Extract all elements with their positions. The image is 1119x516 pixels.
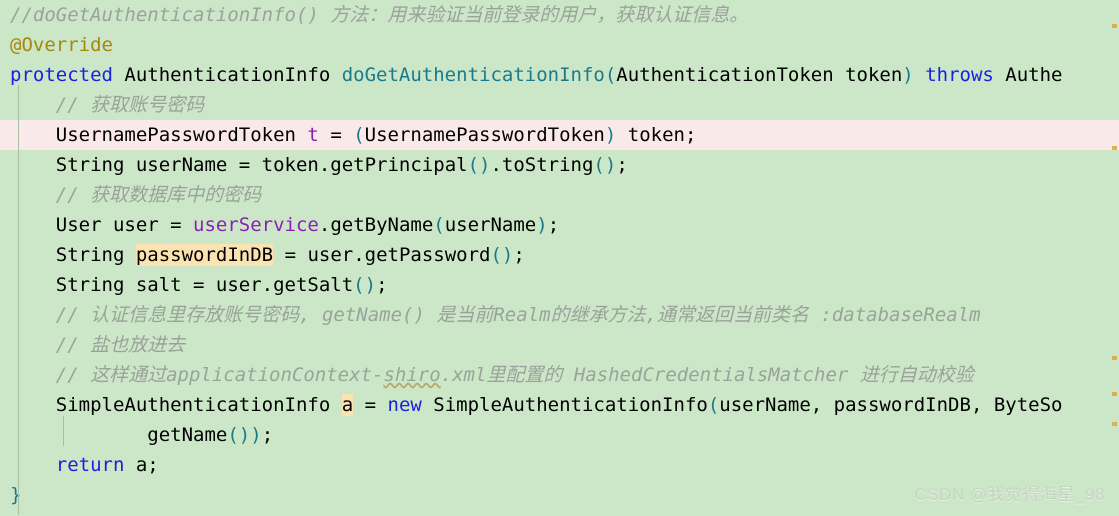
analysis-stripe-mark[interactable]: [1112, 392, 1117, 396]
code-line[interactable]: UsernamePasswordToken t = (UsernamePassw…: [0, 120, 1119, 150]
code-line[interactable]: }: [0, 480, 1119, 510]
code-line[interactable]: return a;: [0, 450, 1119, 480]
code-line[interactable]: //doGetAuthenticationInfo() 方法：用来验证当前登录的…: [0, 0, 1119, 30]
code-token: //doGetAuthenticationInfo() 方法：用来验证当前登录的…: [10, 4, 749, 26]
code-line[interactable]: protected AuthenticationInfo doGetAuthen…: [0, 60, 1119, 90]
code-line[interactable]: @Override: [0, 30, 1119, 60]
code-line[interactable]: String passwordInDB = user.getPassword()…: [0, 240, 1119, 270]
code-token: (: [707, 394, 720, 416]
code-token: (): [467, 154, 491, 176]
code-line[interactable]: getName());: [0, 420, 1119, 450]
code-token: UsernamePasswordToken: [10, 124, 308, 146]
code-token: .toString: [490, 154, 594, 176]
code-token: ;: [547, 214, 560, 236]
code-token: (): [353, 274, 377, 296]
code-token: (: [353, 124, 365, 146]
code-token: Authe: [993, 64, 1063, 86]
code-token: =: [353, 394, 388, 416]
code-token: (): [227, 424, 251, 446]
code-token: a;: [124, 454, 159, 476]
code-token: ;: [616, 154, 628, 176]
code-token: ;: [513, 244, 525, 266]
code-line[interactable]: String salt = user.getSalt();: [0, 270, 1119, 300]
code-line[interactable]: // 认证信息里存放账号密码, getName() 是当前Realm的继承方法,…: [0, 300, 1119, 330]
code-token: = user.getPassword: [273, 244, 491, 266]
code-line[interactable]: // 获取账号密码: [0, 90, 1119, 120]
code-surface[interactable]: //doGetAuthenticationInfo() 方法：用来验证当前登录的…: [0, 0, 1119, 516]
code-token: new: [387, 394, 422, 416]
code-token: ): [902, 64, 914, 86]
code-token: // 认证信息里存放账号密码, getName() 是当前Realm的继承方法,…: [55, 304, 981, 326]
code-token: // 盐也放进去: [55, 334, 186, 356]
code-token: throws: [925, 64, 994, 86]
code-token: // 获取账号密码: [55, 94, 205, 116]
code-token: passwordInDB: [135, 244, 274, 266]
code-token: getName: [10, 424, 228, 446]
code-token: String userName = token: [10, 154, 319, 176]
code-token: userName, passwordInDB, ByteSo: [719, 394, 1063, 416]
code-line[interactable]: // 获取数据库中的密码: [0, 180, 1119, 210]
code-token: ): [536, 214, 548, 236]
code-token: .getByName: [318, 214, 434, 236]
code-token: return: [55, 454, 125, 476]
analysis-stripe-mark[interactable]: [1112, 24, 1117, 28]
analysis-stripe-mark[interactable]: [1112, 422, 1117, 426]
code-token: String: [10, 244, 136, 266]
code-token: .xml里配置的 HashedCredentialsMatcher 进行自动校验: [440, 364, 974, 386]
code-token: t: [307, 124, 319, 146]
code-line[interactable]: // 盐也放进去: [0, 330, 1119, 360]
code-line[interactable]: // 这样通过applicationContext-shiro.xml里配置的 …: [0, 360, 1119, 390]
analysis-stripe-mark[interactable]: [1112, 356, 1117, 360]
code-line[interactable]: User user = userService.getByName(userNa…: [0, 210, 1119, 240]
code-line[interactable]: SimpleAuthenticationInfo a = new SimpleA…: [0, 390, 1119, 420]
code-token: ;: [376, 274, 388, 296]
analysis-stripe-mark[interactable]: [1112, 146, 1117, 150]
code-token: =: [318, 124, 354, 146]
code-token: String salt = user.getSalt: [10, 274, 354, 296]
code-token: shiro: [383, 364, 441, 386]
code-token: token;: [616, 124, 697, 146]
code-token: (: [604, 64, 617, 86]
code-token: userName: [444, 214, 537, 236]
code-token: (: [433, 214, 445, 236]
code-token: SimpleAuthenticationInfo: [421, 394, 708, 416]
code-token: (): [490, 244, 514, 266]
code-token: SimpleAuthenticationInfo: [10, 394, 342, 416]
code-token: ;: [261, 424, 274, 446]
code-line[interactable]: String userName = token.getPrincipal().t…: [0, 150, 1119, 180]
code-token: UsernamePasswordToken: [364, 124, 605, 146]
code-token: AuthenticationToken token: [616, 64, 903, 86]
code-editor-viewport[interactable]: //doGetAuthenticationInfo() 方法：用来验证当前登录的…: [0, 0, 1119, 516]
code-token: }: [10, 484, 22, 506]
code-token: protected: [10, 64, 113, 86]
code-token: ): [604, 124, 617, 146]
code-token: User user =: [10, 214, 194, 236]
code-token: AuthenticationInfo: [112, 64, 342, 86]
code-token: doGetAuthenticationInfo: [341, 64, 605, 86]
code-token: .getPrincipal: [318, 154, 468, 176]
code-token: a: [341, 394, 354, 416]
code-token: @Override: [10, 34, 113, 56]
code-token: // 获取数据库中的密码: [55, 184, 262, 206]
code-token: (): [593, 154, 617, 176]
code-token: ): [250, 424, 262, 446]
code-token: // 这样通过applicationContext-: [55, 364, 384, 386]
code-token: userService: [193, 214, 319, 236]
